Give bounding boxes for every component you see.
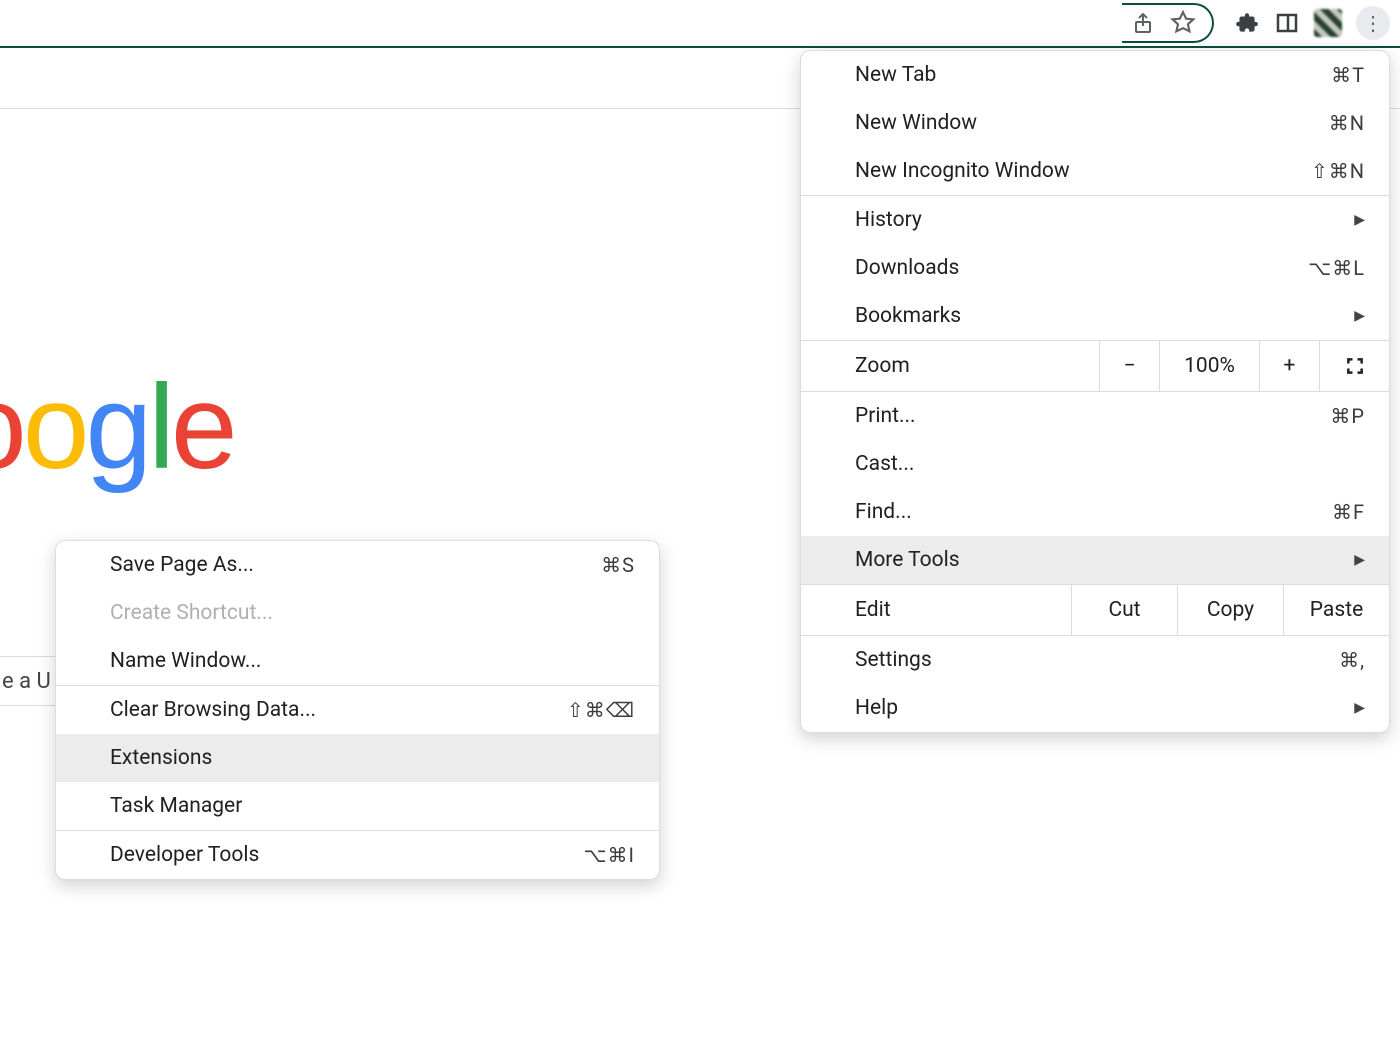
- browser-toolbar: ⋮: [0, 0, 1400, 48]
- more-tools-submenu: Save Page As... ⌘S Create Shortcut... Na…: [55, 540, 660, 880]
- menu-label: History: [855, 208, 922, 232]
- menu-label: More Tools: [855, 548, 960, 572]
- submenu-clear-browsing-data[interactable]: Clear Browsing Data... ⇧⌘⌫: [56, 686, 659, 734]
- menu-new-incognito[interactable]: New Incognito Window ⇧⌘N: [801, 147, 1389, 195]
- chevron-right-icon: ▶: [1354, 212, 1365, 228]
- menu-label: Zoom: [801, 341, 1099, 391]
- submenu-save-page[interactable]: Save Page As... ⌘S: [56, 541, 659, 589]
- menu-label: Downloads: [855, 256, 959, 280]
- menu-cast[interactable]: Cast...: [801, 440, 1389, 488]
- menu-zoom-row: Zoom − 100% +: [801, 340, 1389, 392]
- menu-shortcut: ⌘P: [1330, 404, 1365, 428]
- menu-label: Extensions: [110, 746, 212, 770]
- menu-new-tab[interactable]: New Tab ⌘T: [801, 51, 1389, 99]
- menu-edit-row: Edit Cut Copy Paste: [801, 584, 1389, 636]
- submenu-developer-tools[interactable]: Developer Tools ⌥⌘I: [56, 831, 659, 879]
- menu-shortcut: ⌥⌘L: [1308, 256, 1365, 280]
- menu-label: Print...: [855, 404, 916, 428]
- menu-label: New Window: [855, 111, 977, 135]
- menu-label: Bookmarks: [855, 304, 961, 328]
- menu-shortcut: ⇧⌘N: [1311, 159, 1365, 183]
- edit-copy-button[interactable]: Copy: [1177, 585, 1283, 635]
- menu-label: Cast...: [855, 452, 914, 476]
- zoom-out-button[interactable]: −: [1099, 341, 1159, 391]
- menu-label: Save Page As...: [110, 553, 254, 577]
- fullscreen-button[interactable]: [1319, 341, 1389, 391]
- submenu-extensions[interactable]: Extensions: [56, 734, 659, 782]
- menu-label: New Tab: [855, 63, 936, 87]
- menu-shortcut: ⌘T: [1331, 63, 1365, 87]
- chevron-right-icon: ▶: [1354, 700, 1365, 716]
- menu-shortcut: ⌘,: [1339, 648, 1365, 672]
- submenu-task-manager[interactable]: Task Manager: [56, 782, 659, 830]
- menu-print[interactable]: Print... ⌘P: [801, 392, 1389, 440]
- kebab-menu-icon[interactable]: ⋮: [1356, 6, 1390, 40]
- menu-more-tools[interactable]: More Tools ▶: [801, 536, 1389, 584]
- zoom-level: 100%: [1159, 341, 1259, 391]
- chevron-right-icon: ▶: [1354, 308, 1365, 324]
- menu-label: Clear Browsing Data...: [110, 698, 316, 722]
- menu-downloads[interactable]: Downloads ⌥⌘L: [801, 244, 1389, 292]
- search-box-fragment[interactable]: e a U: [0, 656, 60, 706]
- menu-label: Edit: [801, 585, 1071, 635]
- chevron-right-icon: ▶: [1354, 552, 1365, 568]
- side-panel-icon[interactable]: [1274, 10, 1300, 36]
- menu-label: Developer Tools: [110, 843, 259, 867]
- edit-cut-button[interactable]: Cut: [1071, 585, 1177, 635]
- menu-find[interactable]: Find... ⌘F: [801, 488, 1389, 536]
- edit-paste-button[interactable]: Paste: [1283, 585, 1389, 635]
- menu-label: Help: [855, 696, 898, 720]
- omnibox-actions: [1122, 3, 1214, 43]
- menu-label: Task Manager: [110, 794, 242, 818]
- extensions-puzzle-icon[interactable]: [1234, 10, 1260, 36]
- menu-label: Create Shortcut...: [110, 601, 273, 625]
- menu-label: New Incognito Window: [855, 159, 1070, 183]
- menu-shortcut: ⌥⌘I: [584, 843, 636, 867]
- zoom-in-button[interactable]: +: [1259, 341, 1319, 391]
- menu-shortcut: ⌘F: [1332, 500, 1365, 524]
- menu-shortcut: ⌘N: [1329, 111, 1365, 135]
- menu-label: Name Window...: [110, 649, 261, 673]
- bookmark-star-icon[interactable]: [1170, 10, 1196, 36]
- menu-help[interactable]: Help ▶: [801, 684, 1389, 732]
- chrome-main-menu: New Tab ⌘T New Window ⌘N New Incognito W…: [800, 50, 1390, 733]
- menu-bookmarks[interactable]: Bookmarks ▶: [801, 292, 1389, 340]
- submenu-create-shortcut: Create Shortcut...: [56, 589, 659, 637]
- share-icon[interactable]: [1130, 10, 1156, 36]
- menu-new-window[interactable]: New Window ⌘N: [801, 99, 1389, 147]
- menu-label: Settings: [855, 648, 932, 672]
- profile-avatar[interactable]: [1314, 9, 1342, 37]
- submenu-name-window[interactable]: Name Window...: [56, 637, 659, 685]
- menu-shortcut: ⇧⌘⌫: [567, 698, 635, 722]
- menu-shortcut: ⌘S: [601, 553, 635, 577]
- menu-history[interactable]: History ▶: [801, 196, 1389, 244]
- menu-label: Find...: [855, 500, 912, 524]
- menu-settings[interactable]: Settings ⌘,: [801, 636, 1389, 684]
- google-logo: oogle: [0, 358, 234, 496]
